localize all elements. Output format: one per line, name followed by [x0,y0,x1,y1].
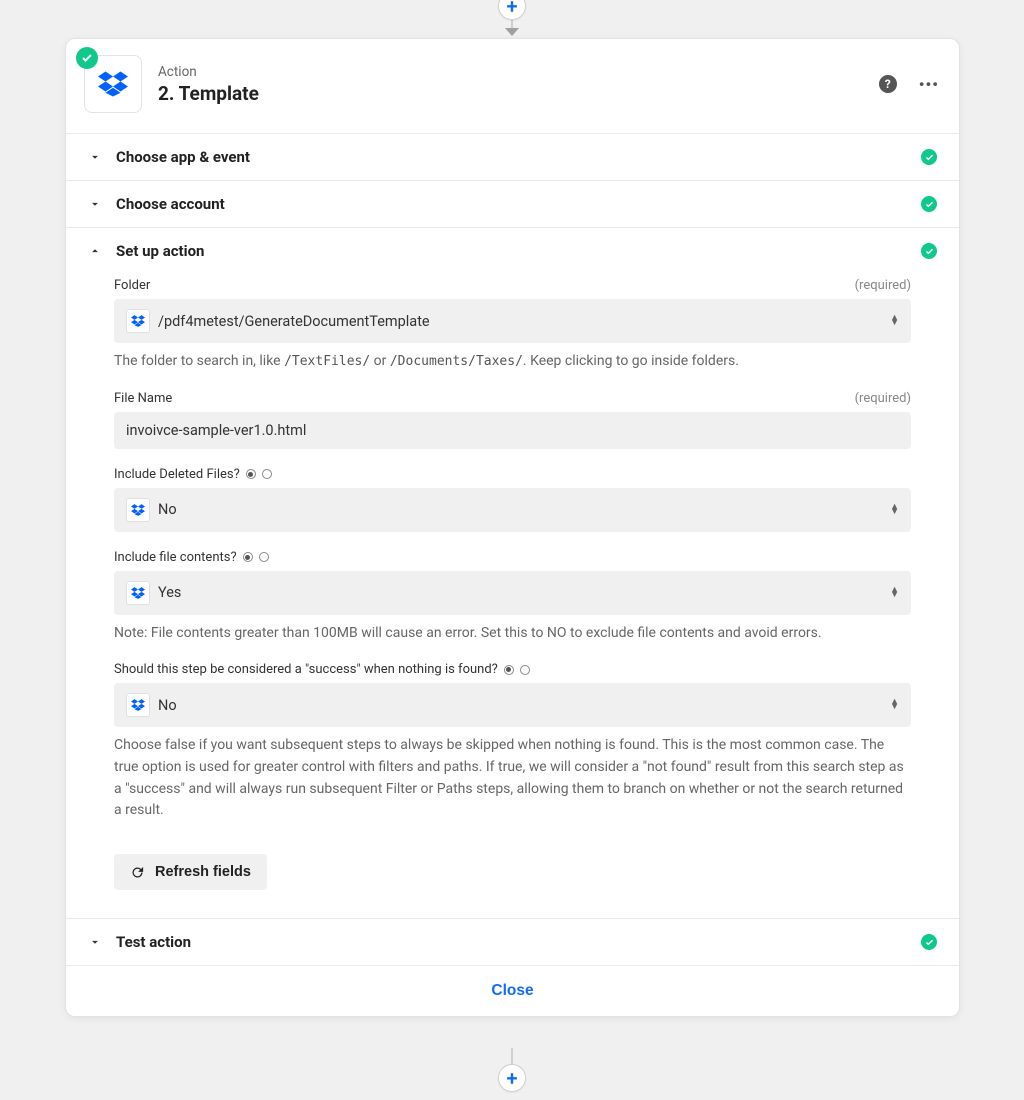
select-value: No [158,501,890,518]
field-label: File Name [114,391,172,406]
include-deleted-select[interactable]: No ▲▼ [114,488,911,532]
dropbox-icon [126,581,150,605]
card-header: Action 2. Template ? ••• [66,39,959,134]
check-icon [81,52,93,64]
add-step-button-bottom[interactable]: + [498,1064,526,1092]
refresh-label: Refresh fields [155,864,251,880]
dropbox-icon [126,693,150,717]
radio-icon[interactable] [246,469,256,479]
refresh-fields-button[interactable]: Refresh fields [114,854,267,890]
field-folder: Folder (required) /pdf4metest/GenerateDo… [114,278,911,373]
field-label: Include Deleted Files? [114,467,272,482]
field-label: Include file contents? [114,550,269,565]
dropbox-icon [126,309,150,333]
sort-icon: ▲▼ [890,316,899,326]
action-card: Action 2. Template ? ••• Choose app & ev… [65,38,960,1017]
field-help: Note: File contents greater than 100MB w… [114,623,911,645]
section-label: Choose app & event [116,148,250,166]
status-check-icon [921,149,937,165]
section-body-setup-action: Folder (required) /pdf4metest/GenerateDo… [66,274,959,918]
status-check-icon [921,243,937,259]
app-icon [84,55,142,113]
field-include-deleted: Include Deleted Files? No ▲▼ [114,467,911,532]
required-label: (required) [855,278,911,293]
add-step-button-top[interactable]: + [498,0,526,20]
sort-icon: ▲▼ [890,588,899,598]
action-subtitle: Action [158,64,259,80]
section-setup-action: Set up action Folder (required) /pdf4met… [66,228,959,919]
dropbox-icon [98,71,128,97]
filename-input[interactable]: invoivce-sample-ver1.0.html [114,412,911,449]
filename-value: invoivce-sample-ver1.0.html [126,422,306,439]
action-title: 2. Template [158,82,259,105]
radio-icon[interactable] [259,552,269,562]
close-button[interactable]: Close [66,966,959,1016]
field-include-contents: Include file contents? Yes ▲▼ Note: File… [114,550,911,645]
radio-icon[interactable] [520,665,530,675]
section-label: Test action [116,933,191,951]
select-value: Yes [158,584,890,601]
success-select[interactable]: No ▲▼ [114,683,911,727]
section-header-choose-account[interactable]: Choose account [66,181,959,227]
refresh-icon [130,865,145,880]
section-choose-app: Choose app & event [66,134,959,181]
field-label: Should this step be considered a "succes… [114,662,530,677]
sort-icon: ▲▼ [890,505,899,515]
chevron-down-icon [88,150,102,164]
status-check-badge [76,47,98,69]
status-check-icon [921,196,937,212]
section-test-action: Test action [66,919,959,966]
field-filename: File Name (required) invoivce-sample-ver… [114,391,911,449]
section-header-test-action[interactable]: Test action [66,919,959,965]
radio-icon[interactable] [262,469,272,479]
chevron-down-icon [88,935,102,949]
section-label: Set up action [116,242,204,260]
select-value: No [158,697,890,714]
flow-arrow-icon [505,28,519,36]
section-header-choose-app[interactable]: Choose app & event [66,134,959,180]
sort-icon: ▲▼ [890,700,899,710]
radio-icon[interactable] [243,552,253,562]
field-label: Folder [114,278,150,293]
folder-help: The folder to search in, like /TextFiles… [114,351,911,373]
field-success: Should this step be considered a "succes… [114,662,911,822]
section-choose-account: Choose account [66,181,959,228]
help-icon[interactable]: ? [879,75,897,93]
section-label: Choose account [116,195,225,213]
include-contents-select[interactable]: Yes ▲▼ [114,571,911,615]
field-help: Choose false if you want subsequent step… [114,735,911,822]
required-label: (required) [855,391,911,406]
chevron-down-icon [88,197,102,211]
chevron-up-icon [88,244,102,258]
folder-select[interactable]: /pdf4metest/GenerateDocumentTemplate ▲▼ [114,299,911,343]
folder-value: /pdf4metest/GenerateDocumentTemplate [158,313,890,330]
more-icon[interactable]: ••• [919,75,939,94]
radio-icon[interactable] [504,665,514,675]
dropbox-icon [126,498,150,522]
status-check-icon [921,934,937,950]
section-header-setup-action[interactable]: Set up action [66,228,959,274]
header-text: Action 2. Template [158,64,259,105]
